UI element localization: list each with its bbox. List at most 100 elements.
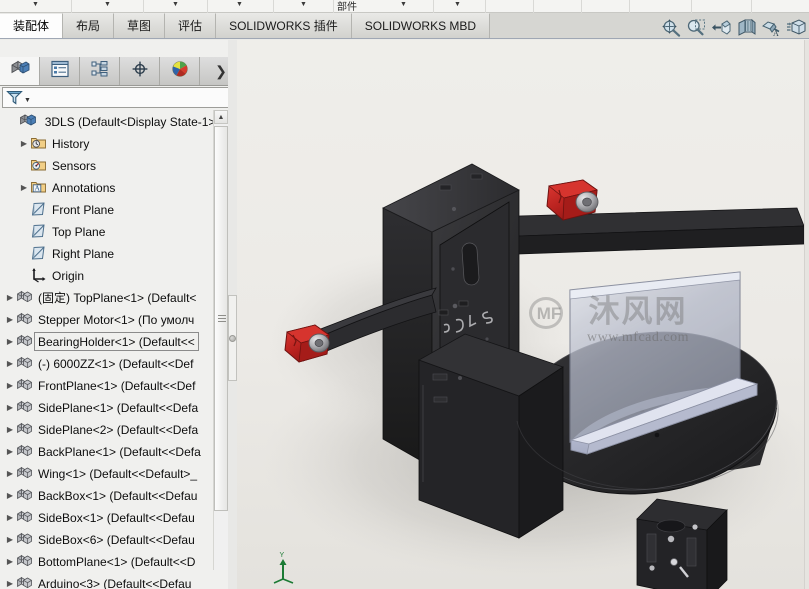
expand-arrow-icon[interactable]: ▶ bbox=[4, 309, 16, 330]
tree-scrollbar[interactable]: ▲ bbox=[213, 110, 228, 570]
zoom-to-fit-icon[interactable] bbox=[660, 17, 682, 38]
ribbon-cell-2[interactable]: ▼ bbox=[72, 0, 144, 13]
tree-row[interactable]: ▶ SidePlane<1> (Default<<Defa bbox=[0, 396, 236, 418]
ribbon-cell-partial-label[interactable]: 部件 bbox=[334, 0, 378, 13]
tab-assembly[interactable]: 装配体 bbox=[0, 13, 64, 38]
tree-row[interactable]: ▶ FrontPlane<1> (Default<<Def bbox=[0, 374, 236, 396]
display-manager-tab[interactable] bbox=[160, 57, 200, 85]
component-icon bbox=[16, 487, 34, 503]
chevron-down-icon[interactable]: ▼ bbox=[454, 1, 461, 8]
ribbon-cell-4[interactable]: ▼ bbox=[208, 0, 274, 13]
chevron-down-icon[interactable]: ▼ bbox=[172, 1, 179, 8]
view-orientation-icon[interactable]: A bbox=[760, 17, 782, 38]
tree-row[interactable]: ▶ Stepper Motor<1> (По умолч bbox=[0, 308, 236, 330]
ribbon-cell-12[interactable] bbox=[692, 0, 752, 13]
section-view-icon[interactable] bbox=[735, 17, 757, 38]
tree-row[interactable]: ▶ Wing<1> (Default<<Default>_ bbox=[0, 462, 236, 484]
tree-row[interactable]: ▶ Arduino<3> (Default<<Defau bbox=[0, 572, 236, 589]
tree-row[interactable]: ▶ Right Plane bbox=[0, 242, 236, 264]
feature-tree[interactable]: ▶ 3DLS (Default<Display State-1>) ▶ Histo… bbox=[0, 110, 236, 589]
dimxpert-manager-tab[interactable] bbox=[120, 57, 160, 85]
display-style-icon[interactable] bbox=[785, 17, 807, 38]
tab-label: 布局 bbox=[76, 19, 101, 33]
expand-arrow-icon[interactable]: ▶ bbox=[4, 485, 16, 506]
ribbon-cell-7[interactable]: ▼ bbox=[434, 0, 486, 13]
feature-manager-tab[interactable] bbox=[0, 57, 40, 85]
expand-arrow-icon[interactable]: ▶ bbox=[4, 551, 16, 572]
tree-row[interactable]: ▶ Origin bbox=[0, 264, 236, 286]
expand-arrow-icon[interactable]: ▶ bbox=[4, 375, 16, 396]
expand-arrow-icon[interactable]: ▶ bbox=[4, 419, 16, 440]
expand-arrow-icon[interactable]: ▶ bbox=[4, 507, 16, 528]
tab-solidworks-mbd[interactable]: SOLIDWORKS MBD bbox=[351, 13, 491, 38]
tree-row[interactable]: ▶ Sensors bbox=[0, 154, 236, 176]
expand-arrow-icon[interactable]: ▶ bbox=[4, 353, 16, 374]
expand-arrow-icon[interactable]: ▶ bbox=[4, 573, 16, 589]
chevron-down-icon[interactable]: ▼ bbox=[400, 1, 407, 8]
ribbon-cell-8[interactable] bbox=[486, 0, 534, 13]
tree-row[interactable]: ▶ BackPlane<1> (Default<<Defa bbox=[0, 440, 236, 462]
panel-splitter[interactable] bbox=[228, 40, 237, 589]
plane-icon bbox=[30, 245, 48, 261]
chevron-down-icon[interactable]: ▼ bbox=[104, 1, 111, 8]
component-icon bbox=[16, 509, 34, 525]
chevron-down-icon[interactable]: ▼ bbox=[236, 1, 243, 8]
expand-arrow-icon[interactable]: ▶ bbox=[4, 287, 16, 308]
chevron-down-icon[interactable]: ▼ bbox=[32, 1, 39, 8]
splitter-handle[interactable] bbox=[229, 335, 236, 342]
ribbon-cell-5[interactable]: ▼ bbox=[274, 0, 334, 13]
ribbon-cell-1[interactable]: ▼ bbox=[0, 0, 72, 13]
tab-evaluate[interactable]: 评估 bbox=[165, 13, 217, 38]
property-manager-tab[interactable] bbox=[40, 57, 80, 85]
expand-arrow-icon[interactable]: ▶ bbox=[4, 529, 16, 550]
scroll-up-arrow-icon[interactable]: ▲ bbox=[214, 110, 228, 124]
tab-label: 评估 bbox=[178, 19, 203, 33]
tree-row-root[interactable]: ▶ 3DLS (Default<Display State-1>) bbox=[0, 110, 236, 132]
tree-row[interactable]: ▶ BearingHolder<1> (Default<< bbox=[0, 330, 236, 352]
tree-row[interactable]: ▶ History bbox=[0, 132, 236, 154]
expand-arrow-icon[interactable]: ▶ bbox=[4, 441, 16, 462]
tab-sketch[interactable]: 草图 bbox=[114, 13, 166, 38]
tab-solidworks-addins[interactable]: SOLIDWORKS 插件 bbox=[216, 13, 352, 38]
tree-row[interactable]: ▶ Top Plane bbox=[0, 220, 236, 242]
ribbon-cell-3[interactable]: ▼ bbox=[144, 0, 208, 13]
tree-row[interactable]: ▶ (-) 6000ZZ<1> (Default<<Def bbox=[0, 352, 236, 374]
filter-funnel-icon[interactable] bbox=[6, 89, 23, 106]
component-icon bbox=[16, 289, 34, 305]
previous-view-icon[interactable] bbox=[710, 17, 732, 38]
ribbon-cell-10[interactable] bbox=[582, 0, 630, 13]
tree-row[interactable]: ▶ BottomPlane<1> (Default<<D bbox=[0, 550, 236, 572]
tab-layout[interactable]: 布局 bbox=[63, 13, 115, 38]
tree-row[interactable]: ▶ Front Plane bbox=[0, 198, 236, 220]
expand-arrow-icon[interactable]: ▶ bbox=[4, 331, 16, 352]
scrollbar-thumb[interactable] bbox=[214, 126, 228, 511]
expand-arrow-icon[interactable]: ▶ bbox=[4, 463, 16, 484]
ribbon-cell-13[interactable] bbox=[752, 0, 809, 13]
tree-row[interactable]: ▶ SideBox<6> (Default<<Defau bbox=[0, 528, 236, 550]
tree-filter-input[interactable] bbox=[30, 89, 231, 106]
tree-filter-bar[interactable]: ▼ bbox=[2, 87, 232, 108]
ribbon-cell-11[interactable] bbox=[630, 0, 692, 13]
chevron-down-icon[interactable]: ▼ bbox=[300, 1, 307, 8]
tree-row[interactable]: ▶ SidePlane<2> (Default<<Defa bbox=[0, 418, 236, 440]
graphics-viewport[interactable]: MF 沐风网 www.mfcad.com Y bbox=[237, 40, 809, 589]
ribbon-cell-9[interactable] bbox=[534, 0, 582, 13]
component-icon bbox=[16, 465, 34, 481]
configuration-manager-tab[interactable] bbox=[80, 57, 120, 85]
tree-item-list: ▶ History ▶ Sensors ▶ A Annotations ▶ Front Plan… bbox=[0, 132, 236, 589]
zoom-to-area-icon[interactable] bbox=[685, 17, 707, 38]
ribbon-cell-6[interactable]: ▼ bbox=[378, 0, 434, 13]
component-icon bbox=[16, 531, 34, 547]
configuration-icon bbox=[90, 60, 110, 83]
expand-arrow-icon[interactable]: ▶ bbox=[18, 177, 30, 198]
tree-row[interactable]: ▶ (固定) TopPlane<1> (Default< bbox=[0, 286, 236, 308]
component-icon bbox=[16, 399, 34, 415]
tree-row[interactable]: ▶ BackBox<1> (Default<<Defau bbox=[0, 484, 236, 506]
chevron-down-icon[interactable]: ▼ bbox=[24, 97, 31, 104]
expand-arrow-icon[interactable]: ▶ bbox=[18, 133, 30, 154]
tree-row[interactable]: ▶ SideBox<1> (Default<<Defau bbox=[0, 506, 236, 528]
tree-row-label: BearingHolder<1> (Default<< bbox=[38, 335, 195, 350]
tree-row-label-box: BackBox<1> (Default<<Defau bbox=[34, 486, 201, 505]
expand-arrow-icon[interactable]: ▶ bbox=[4, 397, 16, 418]
tree-row[interactable]: ▶ A Annotations bbox=[0, 176, 236, 198]
